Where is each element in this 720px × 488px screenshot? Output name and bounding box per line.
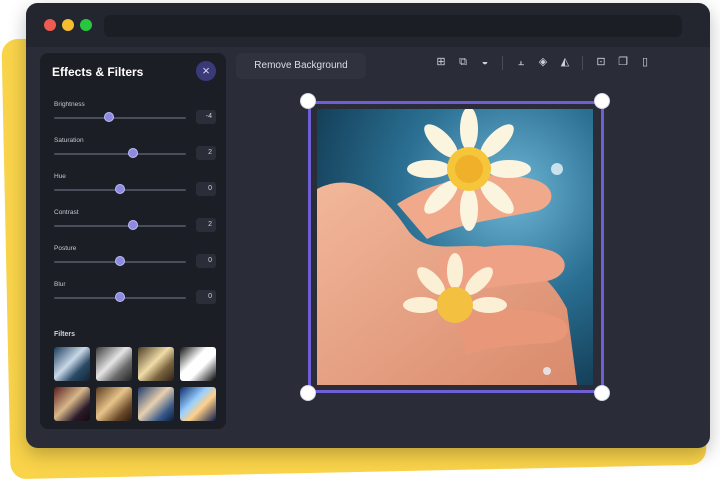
flip-icon[interactable]: ◭ [558,55,572,69]
filters-heading: Filters [54,331,76,338]
slider-blur: Blur 0 [54,281,218,313]
slider-track[interactable] [54,153,186,155]
trash-icon[interactable]: ▯ [638,55,652,69]
slider-hue: Hue 0 [54,173,218,205]
address-bar[interactable] [104,15,682,37]
minimize-window-button[interactable] [62,19,74,31]
close-window-button[interactable] [44,19,56,31]
slider-thumb[interactable] [115,256,125,266]
align-icon[interactable]: ⫠ [514,55,528,69]
slider-value[interactable]: 0 [196,254,216,268]
slider-track[interactable] [54,225,186,227]
filter-thumbnail-3[interactable] [138,347,174,381]
slider-posture: Posture 0 [54,245,218,277]
slider-label: Saturation [54,137,84,144]
slider-track[interactable] [54,117,186,119]
slider-label: Hue [54,173,66,180]
lock-icon[interactable]: ⊡ [594,55,608,69]
slider-thumb[interactable] [128,220,139,230]
slider-saturation: Saturation 2 [54,137,218,169]
copy-icon[interactable]: ❐ [616,55,630,69]
grid-icon[interactable]: ⊞ [434,55,448,69]
app-window: Effects & Filters × Brightness -4 Satura… [26,3,710,448]
resize-handle-top-left[interactable] [300,93,316,109]
filter-thumbnail-8[interactable] [180,387,216,421]
resize-handle-bottom-left[interactable] [300,385,316,401]
slider-brightness: Brightness -4 [54,101,218,133]
layers-icon[interactable]: ⧉ [456,55,470,69]
slider-thumb[interactable] [128,148,139,158]
slider-value[interactable]: -4 [196,110,216,124]
slider-value[interactable]: 2 [196,146,216,160]
slider-label: Posture [54,245,77,252]
toolbar-divider [582,56,583,70]
slider-thumb[interactable] [115,184,125,194]
maximize-window-button[interactable] [80,19,92,31]
filter-thumbnail-1[interactable] [54,347,90,381]
slider-label: Blur [54,281,66,288]
slider-label: Brightness [54,101,85,108]
slider-contrast: Contrast 2 [54,209,218,241]
filter-thumbnail-5[interactable] [54,387,90,421]
close-panel-button[interactable]: × [196,61,216,81]
slider-thumb[interactable] [115,292,125,302]
filter-thumbnail-6[interactable] [96,387,132,421]
slider-value[interactable]: 2 [196,218,216,232]
effects-filters-panel: Effects & Filters × Brightness -4 Satura… [40,53,226,429]
stack-icon[interactable]: ◈ [536,55,550,69]
toolbar-divider [502,56,503,70]
slider-value[interactable]: 0 [196,290,216,304]
slider-label: Contrast [54,209,79,216]
filter-thumbnail-2[interactable] [96,347,132,381]
resize-handle-top-right[interactable] [594,93,610,109]
filter-thumbnail-4[interactable] [180,347,216,381]
panel-title: Effects & Filters [52,65,144,79]
title-bar [26,3,710,47]
filter-thumbnail-7[interactable] [138,387,174,421]
slider-thumb[interactable] [104,112,115,122]
selection-frame[interactable] [308,101,604,393]
fill-icon[interactable]: ◒ [478,55,492,69]
slider-value[interactable]: 0 [196,182,216,196]
resize-handle-bottom-right[interactable] [594,385,610,401]
remove-background-button[interactable]: Remove Background [236,53,366,79]
